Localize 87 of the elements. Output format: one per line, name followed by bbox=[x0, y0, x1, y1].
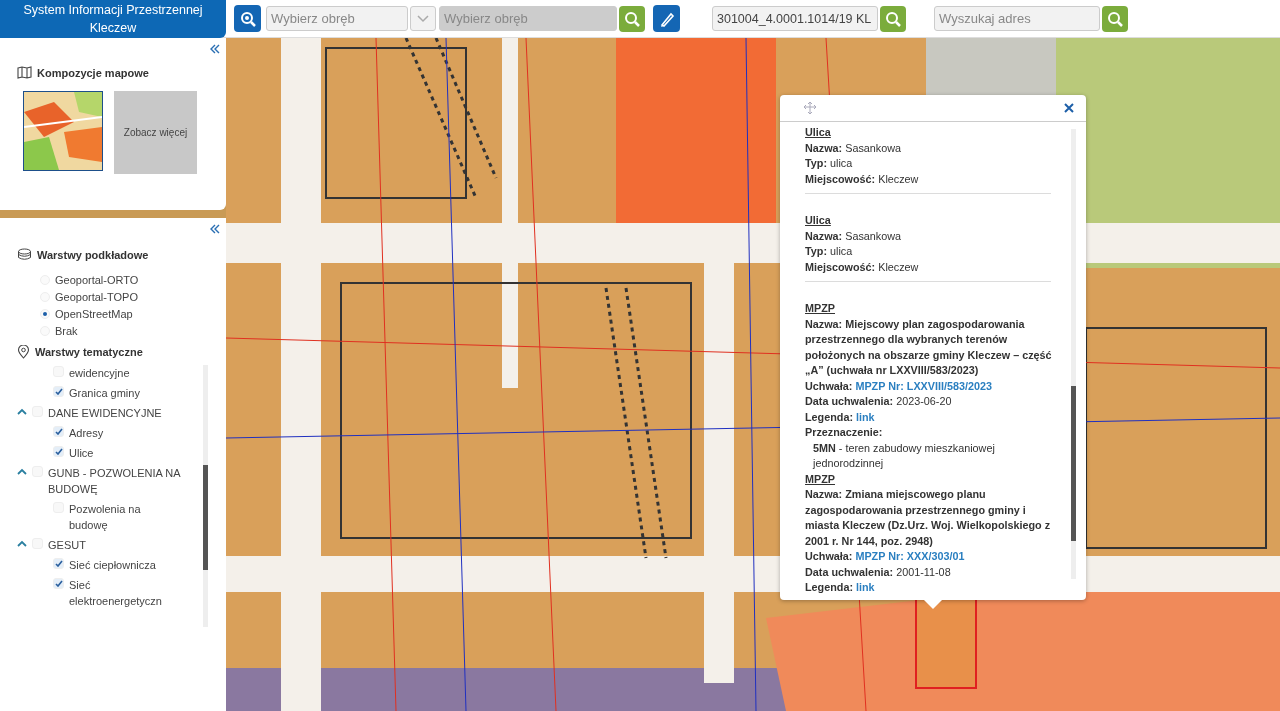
map-composition-thumbnail[interactable] bbox=[23, 91, 103, 171]
search-button[interactable] bbox=[880, 5, 906, 32]
checkbox[interactable] bbox=[53, 426, 64, 437]
info-line: Nazwa: Miejscowy plan zagospodarowania przestrzennego dla wybranych terenów położonych na obszarze gminy Kleczew – część „A” (uchwała nr LXXVIII/583/2023) bbox=[805, 316, 1053, 378]
section-heading: Ulica bbox=[805, 213, 832, 228]
layer-label: Sieć ciepłownicza bbox=[69, 558, 157, 573]
info-line: Legenda: link bbox=[805, 580, 876, 595]
layer-label: Brak bbox=[55, 324, 78, 337]
check-icon bbox=[54, 560, 63, 567]
move-icon bbox=[802, 101, 818, 115]
close-icon bbox=[1064, 103, 1074, 113]
info-line: Legenda: link bbox=[805, 409, 876, 425]
expand-toggle[interactable] bbox=[17, 468, 27, 475]
scrollbar[interactable] bbox=[203, 365, 208, 627]
collapse-button[interactable] bbox=[210, 44, 220, 54]
checkbox[interactable] bbox=[53, 578, 64, 589]
expand-toggle[interactable] bbox=[17, 540, 27, 547]
info-line: Miejscowość: Kleczew bbox=[805, 171, 920, 187]
layer-label: ewidencyjne bbox=[69, 366, 131, 381]
info-line: Data uchwalenia: 2023-06-20 bbox=[805, 394, 953, 409]
info-line: Uchwała: MPZP Nr: XXX/303/01 bbox=[805, 549, 966, 564]
see-more-tile[interactable]: Zobacz więcej bbox=[114, 91, 197, 174]
layer-group-label: GESUT bbox=[48, 538, 87, 553]
search-icon bbox=[884, 9, 902, 28]
layer-label: Sieć elektroenergetyczn bbox=[69, 578, 163, 609]
checkbox[interactable] bbox=[53, 386, 64, 397]
district-select[interactable]: Wybierz obręb bbox=[266, 6, 408, 31]
info-line: Miejscowość: Kleczew bbox=[805, 259, 920, 275]
search-icon bbox=[238, 9, 257, 28]
location-pin-icon bbox=[17, 345, 30, 359]
info-line: Przeznaczenie: 5MN - teren zabudowy mieszkaniowej jednorodzinnej bbox=[805, 425, 996, 471]
expand-toggle[interactable] bbox=[17, 408, 27, 415]
section-title: Warstwy podkładowe bbox=[37, 248, 149, 261]
info-line: Uchwała: MPZP Nr: LXXVIII/583/2023 bbox=[805, 378, 994, 394]
parcel-field[interactable]: 301004_4.0001.1014/19 KL bbox=[712, 6, 878, 31]
layer-label: Pozwolenia na budowę bbox=[69, 502, 142, 533]
checkbox[interactable] bbox=[53, 446, 64, 457]
check-icon bbox=[54, 388, 63, 395]
section-heading: Ulica bbox=[805, 125, 832, 140]
close-button[interactable] bbox=[1064, 103, 1074, 113]
checkbox[interactable] bbox=[53, 558, 64, 569]
search-icon bbox=[1106, 9, 1124, 28]
info-line: Nazwa: Sasankowa bbox=[805, 140, 903, 156]
search-button[interactable] bbox=[1102, 5, 1128, 32]
info-line: Data uchwalenia: 2001-11-08 bbox=[805, 564, 952, 580]
scrollbar-thumb[interactable] bbox=[1071, 386, 1076, 541]
stack-icon bbox=[17, 248, 32, 261]
map-icon bbox=[17, 66, 32, 79]
double-chevron-icon bbox=[210, 224, 220, 234]
collapse-button[interactable] bbox=[210, 224, 220, 234]
info-line: Nazwa: Zmiana miejscowego planu zagospodarowania przestrzennego gminy i miasta Kleczew (Dz.Urz. Woj. Wielkopolskiego z 2001 r. Nr 144, poz. 2948) bbox=[805, 487, 1052, 549]
link[interactable]: link bbox=[856, 581, 875, 593]
layer-label: Granica gminy bbox=[69, 386, 141, 401]
link[interactable]: MPZP Nr: LXXVIII/583/2023 bbox=[855, 379, 993, 392]
check-icon bbox=[54, 580, 63, 587]
chevron-up-icon bbox=[17, 408, 27, 415]
info-line: Typ: ulica bbox=[805, 244, 854, 259]
chevron-up-icon bbox=[17, 468, 27, 475]
link[interactable]: link bbox=[856, 410, 875, 423]
layer-label: OpenStreetMap bbox=[55, 307, 133, 320]
link[interactable]: MPZP Nr: XXX/303/01 bbox=[855, 550, 965, 562]
layer-label: Adresy bbox=[69, 426, 105, 441]
section-title: Warstwy tematyczne bbox=[35, 346, 143, 358]
section-title: Kompozycje mapowe bbox=[37, 66, 149, 79]
layer-label: Ulice bbox=[69, 446, 95, 461]
layer-label: Geoportal-TOPO bbox=[55, 290, 138, 303]
chevron-up-icon bbox=[17, 540, 27, 547]
scrollbar[interactable] bbox=[1071, 129, 1076, 579]
layer-label: Geoportal-ORTO bbox=[55, 273, 139, 286]
double-chevron-icon bbox=[210, 44, 220, 54]
section-heading: MPZP bbox=[805, 471, 836, 487]
search-icon bbox=[623, 9, 641, 28]
scrollbar-thumb[interactable] bbox=[203, 465, 208, 570]
search-button[interactable] bbox=[619, 5, 645, 32]
radio-button[interactable] bbox=[40, 308, 50, 319]
check-icon bbox=[54, 428, 63, 435]
area-search-button[interactable] bbox=[234, 5, 261, 32]
app-title: System Informacji Przestrzennej Kleczew bbox=[0, 0, 226, 38]
section-heading: MPZP bbox=[805, 301, 836, 316]
info-line: Typ: ulica bbox=[805, 156, 854, 171]
address-field[interactable]: Wyszukaj adres bbox=[934, 6, 1100, 31]
info-line: Nazwa: Sasankowa bbox=[805, 228, 903, 244]
draw-button[interactable] bbox=[653, 5, 680, 32]
layer-group-label: GUNB - POZWOLENIA NA BUDOWĘ bbox=[48, 466, 182, 497]
caret-icon bbox=[417, 14, 429, 23]
layer-group-label: DANE EWIDENCYJNE bbox=[48, 406, 163, 421]
check-icon bbox=[54, 448, 63, 455]
